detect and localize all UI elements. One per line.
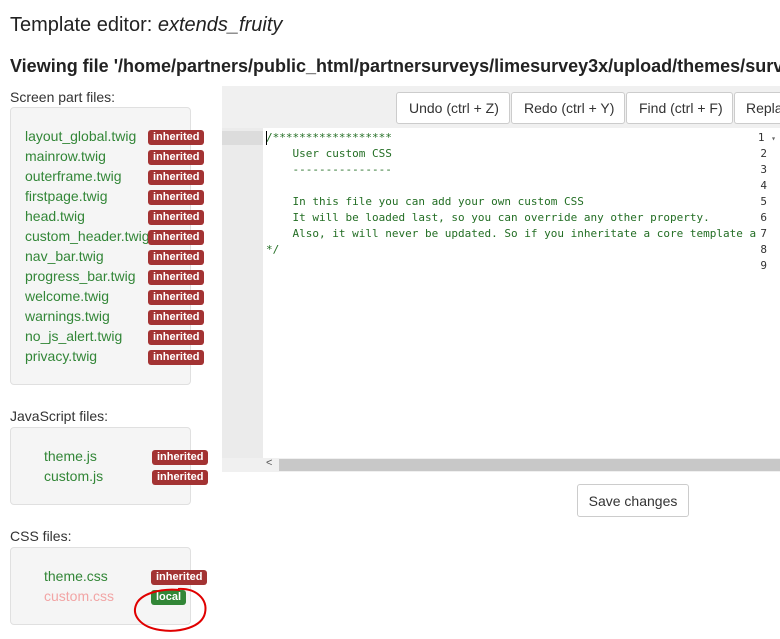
replace-button[interactable]: Repla xyxy=(734,92,780,124)
javascript-files-panel xyxy=(10,427,191,505)
undo-button[interactable]: Undo (ctrl + Z) xyxy=(396,92,510,124)
inherited-badge: inherited xyxy=(148,290,205,305)
file-link-theme-css[interactable]: theme.css xyxy=(44,568,108,584)
active-line-highlight xyxy=(222,131,263,145)
scroll-left-arrow-icon[interactable]: < xyxy=(266,457,272,469)
javascript-files-label: JavaScript files: xyxy=(10,408,109,424)
code-line: In this file you can add your own custom… xyxy=(266,195,584,208)
file-link-layout-global[interactable]: layout_global.twig xyxy=(25,128,136,144)
line-number: 6 xyxy=(760,211,767,224)
file-link-progress-bar[interactable]: progress_bar.twig xyxy=(25,268,136,284)
code-editor[interactable]: 1 ▾ 2 3 4 5 6 7 8 9 /****************** … xyxy=(222,128,780,458)
screen-part-files-label: Screen part files: xyxy=(10,89,116,105)
fold-arrow-icon[interactable]: ▾ xyxy=(771,134,776,143)
file-link-outerframe[interactable]: outerframe.twig xyxy=(25,168,121,184)
inherited-badge: inherited xyxy=(148,270,205,285)
inherited-badge: inherited xyxy=(148,230,205,245)
code-line: It will be loaded last, so you can overr… xyxy=(266,211,710,224)
inherited-badge: inherited xyxy=(148,210,205,225)
viewing-file-path: Viewing file '/home/partners/public_html… xyxy=(10,56,780,76)
file-link-no-js-alert[interactable]: no_js_alert.twig xyxy=(25,328,122,344)
line-number-gutter xyxy=(222,128,263,458)
css-files-label: CSS files: xyxy=(10,528,72,544)
code-line: Also, it will never be updated. So if yo… xyxy=(266,227,757,240)
file-link-head[interactable]: head.twig xyxy=(25,208,85,224)
theme-name: extends_fruity xyxy=(157,14,283,36)
inherited-badge: inherited xyxy=(148,130,205,145)
file-link-theme-js[interactable]: theme.js xyxy=(44,448,97,464)
line-number: 1 ▾ xyxy=(757,131,776,144)
red-circle-annotation xyxy=(134,587,207,632)
file-link-privacy[interactable]: privacy.twig xyxy=(25,348,97,364)
file-link-warnings[interactable]: warnings.twig xyxy=(25,308,110,324)
inherited-badge: inherited xyxy=(148,250,205,265)
code-line: --------------- xyxy=(266,163,392,176)
line-number: 3 xyxy=(760,163,767,176)
inherited-badge: inherited xyxy=(148,350,205,365)
inherited-badge: inherited xyxy=(148,330,205,345)
inherited-badge: inherited xyxy=(148,170,205,185)
inherited-badge: inherited xyxy=(148,310,205,325)
find-button[interactable]: Find (ctrl + F) xyxy=(626,92,733,124)
code-line: */ xyxy=(266,243,280,256)
file-link-nav-bar[interactable]: nav_bar.twig xyxy=(25,248,104,264)
file-link-firstpage[interactable]: firstpage.twig xyxy=(25,188,107,204)
page-title: Template editor: extends_fruity xyxy=(10,14,283,36)
file-link-welcome[interactable]: welcome.twig xyxy=(25,288,109,304)
inherited-badge: inherited xyxy=(152,470,209,485)
scrollbar-thumb[interactable] xyxy=(279,459,780,471)
text-cursor xyxy=(266,131,267,145)
line-number: 8 xyxy=(760,243,767,256)
file-link-mainrow[interactable]: mainrow.twig xyxy=(25,148,106,164)
code-line: User custom CSS xyxy=(266,147,392,160)
file-link-custom-js[interactable]: custom.js xyxy=(44,468,103,484)
inherited-badge: inherited xyxy=(152,450,209,465)
inherited-badge: inherited xyxy=(151,570,208,585)
line-number: 5 xyxy=(760,195,767,208)
file-link-custom-header[interactable]: custom_header.twig xyxy=(25,228,150,244)
line-number: 9 xyxy=(760,259,767,272)
save-changes-button[interactable]: Save changes xyxy=(577,484,689,517)
inherited-badge: inherited xyxy=(148,190,205,205)
line-number: 7 xyxy=(760,227,767,240)
file-link-custom-css[interactable]: custom.css xyxy=(44,588,114,604)
code-line: /****************** xyxy=(266,131,392,144)
redo-button[interactable]: Redo (ctrl + Y) xyxy=(511,92,625,124)
line-number: 2 xyxy=(760,147,767,160)
inherited-badge: inherited xyxy=(148,150,205,165)
line-number: 4 xyxy=(760,179,767,192)
